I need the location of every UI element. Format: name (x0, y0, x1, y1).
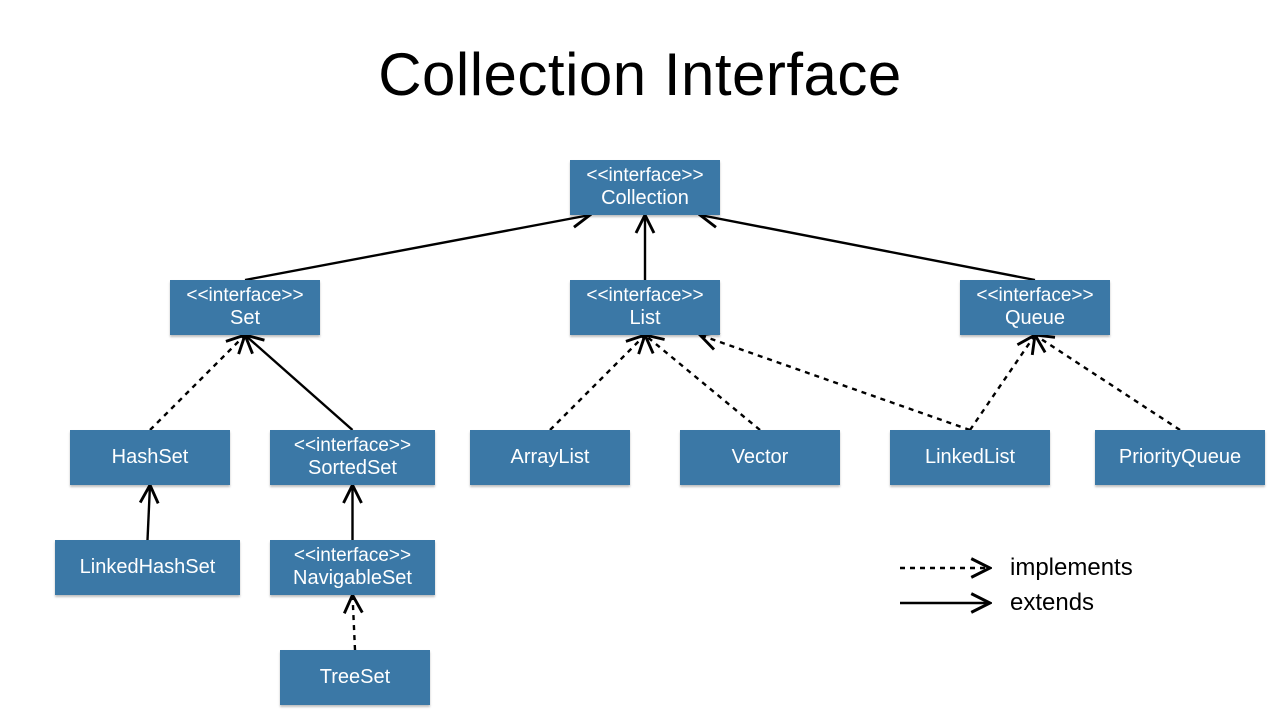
node-label: LinkedHashSet (80, 556, 216, 579)
node-label: HashSet (112, 446, 189, 469)
node-label: TreeSet (320, 666, 390, 689)
stereotype-label: <<interface>> (586, 165, 703, 187)
node-label: NavigableSet (293, 567, 412, 590)
node-label: Collection (601, 187, 689, 210)
stereotype-label: <<interface>> (976, 285, 1093, 307)
node-label: SortedSet (308, 457, 397, 480)
edge-linkedlist-list (700, 335, 970, 430)
node-label: ArrayList (511, 446, 590, 469)
stereotype-label: <<interface>> (186, 285, 303, 307)
node-linkedhashset: LinkedHashSet (55, 540, 240, 595)
node-queue: <<interface>>Queue (960, 280, 1110, 335)
node-vector: Vector (680, 430, 840, 485)
edge-treeset-navigableset (353, 595, 356, 650)
edge-hashset-set (150, 335, 245, 430)
node-hashset: HashSet (70, 430, 230, 485)
node-label: Vector (732, 446, 789, 469)
legend-implements: implements (1010, 554, 1133, 582)
node-treeset: TreeSet (280, 650, 430, 705)
node-arraylist: ArrayList (470, 430, 630, 485)
node-label: Queue (1005, 307, 1065, 330)
node-navigableset: <<interface>>NavigableSet (270, 540, 435, 595)
node-set: <<interface>>Set (170, 280, 320, 335)
node-label: Set (230, 307, 260, 330)
node-list: <<interface>>List (570, 280, 720, 335)
legend-extends: extends (1010, 589, 1094, 617)
node-label: List (629, 307, 660, 330)
edge-set-collection (245, 215, 590, 280)
stereotype-label: <<interface>> (586, 285, 703, 307)
node-label: LinkedList (925, 446, 1015, 469)
node-collection: <<interface>>Collection (570, 160, 720, 215)
edge-vector-list (645, 335, 760, 430)
node-priorityqueue: PriorityQueue (1095, 430, 1265, 485)
edge-queue-collection (700, 215, 1035, 280)
node-label: PriorityQueue (1119, 446, 1241, 469)
edge-priorityqueue-queue (1035, 335, 1180, 430)
diagram-title: Collection Interface (0, 40, 1280, 109)
node-sortedset: <<interface>>SortedSet (270, 430, 435, 485)
edge-sortedset-set (245, 335, 353, 430)
edge-linkedhashset-hashset (148, 485, 151, 540)
edge-linkedlist-queue (970, 335, 1035, 430)
stereotype-label: <<interface>> (294, 545, 411, 567)
stereotype-label: <<interface>> (294, 435, 411, 457)
edge-arraylist-list (550, 335, 645, 430)
node-linkedlist: LinkedList (890, 430, 1050, 485)
